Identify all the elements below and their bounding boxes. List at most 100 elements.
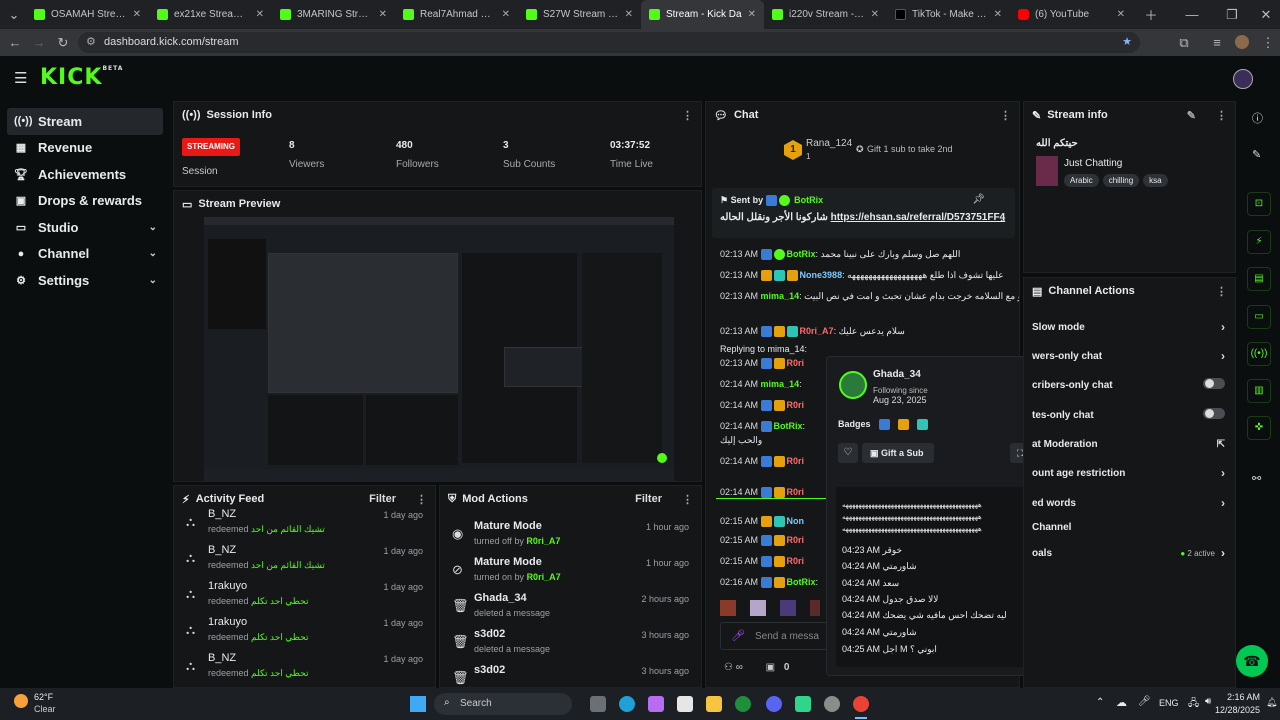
channel-row[interactable]: Channel [1032, 514, 1225, 540]
clock-time[interactable]: 2:16 AM [1210, 692, 1260, 702]
broadcast-button[interactable]: ((•)) [1247, 342, 1271, 366]
more-icon[interactable]: ⋮ [1000, 109, 1011, 122]
close-icon[interactable]: ✕ [133, 9, 141, 20]
camera-button[interactable]: ⊡ [1247, 192, 1271, 216]
bookmark-star-icon[interactable]: ★ [1122, 32, 1132, 53]
slow-mode-row[interactable]: Slow mode › [1032, 314, 1225, 340]
browser-tab-active[interactable]: Stream - Kick Da ✕ [641, 0, 764, 29]
user-name[interactable]: 1rakuyo [208, 580, 247, 592]
notifications-icon[interactable]: 🔔︎ [1266, 697, 1277, 708]
share-icon[interactable]: ⚯ [1252, 472, 1261, 485]
browser-tab[interactable]: TikTok - Make Your D ✕ [887, 0, 1010, 29]
sidebar-item-stream[interactable]: ((•)) Stream [7, 108, 163, 135]
close-icon[interactable]: ✕ [256, 9, 264, 20]
chat-username[interactable]: R0ri_A7 [800, 326, 834, 336]
back-icon[interactable]: ← [3, 35, 27, 50]
settings-app-icon[interactable] [824, 696, 840, 712]
browser-tab[interactable]: S27W Stream - Watc ✕ [518, 0, 641, 29]
edit-icon[interactable]: ✎ [1187, 109, 1196, 122]
emote-image[interactable] [810, 600, 820, 616]
pinned-user[interactable]: BotRix [794, 195, 823, 205]
chrome-icon[interactable] [853, 696, 869, 712]
emotes-only-toggle[interactable] [1203, 408, 1225, 422]
emote-image[interactable] [720, 600, 736, 616]
user-name[interactable]: B_NZ [208, 508, 236, 520]
language-indicator[interactable]: ENG [1159, 698, 1179, 708]
minimize-icon[interactable]: — [1180, 7, 1204, 22]
new-tab-icon[interactable]: ＋ [1139, 5, 1163, 24]
clock-date[interactable]: 12/28/2025 [1200, 705, 1260, 715]
close-icon[interactable]: ✕ [379, 9, 387, 20]
chat-username[interactable]: R0ri [787, 535, 805, 545]
close-icon[interactable]: ✕ [748, 9, 756, 20]
chat-username[interactable]: mima_14 [761, 379, 800, 389]
browser-tab[interactable]: ex21xe Stream - Wat ✕ [149, 0, 272, 29]
extensions-icon[interactable]: ⧉ [1172, 35, 1196, 51]
reload-icon[interactable]: ↻ [51, 35, 75, 51]
chevron-down-icon[interactable]: ⌄ [999, 214, 1007, 225]
action-title[interactable]: s3d02 [474, 664, 505, 676]
chat-username[interactable]: None3988 [800, 270, 843, 280]
tools-button[interactable]: ✜ [1247, 416, 1271, 440]
filter-button[interactable]: Filter [369, 493, 396, 505]
action-title[interactable]: Ghada_34 [474, 592, 527, 604]
user-name[interactable]: B_NZ [208, 544, 236, 556]
store-icon[interactable] [677, 696, 693, 712]
close-icon[interactable]: ✕ [502, 9, 510, 20]
stream-preview-video[interactable] [204, 217, 674, 481]
server-button[interactable]: ▥ [1247, 379, 1271, 403]
profile-avatar[interactable] [1235, 35, 1249, 49]
close-icon[interactable]: ✕ [625, 9, 633, 20]
chat-username[interactable]: BotRix [787, 249, 816, 259]
tag-chip[interactable]: ksa [1143, 174, 1168, 187]
onedrive-icon[interactable]: ☁ [1116, 696, 1127, 709]
microphone-icon[interactable]: 🎤︎ [731, 629, 745, 642]
chat-username[interactable]: R0ri [787, 358, 805, 368]
points-icon[interactable]: ▣ [766, 662, 775, 673]
copilot-icon[interactable] [648, 696, 664, 712]
tag-chip[interactable]: Arabic [1064, 174, 1099, 187]
chat-username[interactable]: R0ri [787, 400, 805, 410]
network-icon[interactable]: 🖧︎ [1188, 696, 1199, 713]
emote-settings-icon[interactable]: ⚇ ∞ [724, 662, 743, 673]
gifter-name[interactable]: Rana_124 [806, 138, 852, 149]
hamburger-menu-icon[interactable]: ☰ [14, 69, 27, 87]
site-info-icon[interactable]: ⚙ [86, 32, 96, 53]
pinned-link[interactable]: https://ehsan.sa/referral/D573751FF4 [831, 212, 1006, 223]
goals-row[interactable]: oals ● 2 active › [1032, 540, 1225, 566]
emote-image[interactable] [750, 600, 766, 616]
more-icon[interactable]: ⋮ [1216, 109, 1227, 122]
chat-username[interactable]: R0ri [787, 487, 805, 497]
more-icon[interactable]: ⋮ [682, 493, 693, 506]
browser-tab[interactable]: OSAMAH Stream - W ✕ [26, 0, 149, 29]
more-icon[interactable]: ⋮ [416, 493, 427, 506]
chat-username[interactable]: mima_14 [761, 291, 800, 301]
chat-username[interactable]: BotRix [787, 577, 816, 587]
account-avatar[interactable] [1233, 69, 1253, 89]
close-icon[interactable]: ✕ [1117, 9, 1125, 20]
chat-username[interactable]: BotRix [774, 421, 803, 431]
banned-words-row[interactable]: ed words › [1032, 490, 1225, 516]
clipboard-button[interactable]: ▤ [1247, 267, 1271, 291]
task-view-icon[interactable] [590, 696, 606, 712]
info-icon[interactable]: ⓘ [1252, 110, 1263, 126]
browser-menu-icon[interactable]: ⋮ [1256, 35, 1280, 51]
file-explorer-icon[interactable] [706, 696, 722, 712]
more-icon[interactable]: ⋮ [1216, 285, 1227, 298]
browser-tab[interactable]: 3MARING Stream - W ✕ [272, 0, 395, 29]
user-card-name[interactable]: Ghada_34 [873, 369, 921, 380]
sidebar-item-settings[interactable]: ⚙ Settings ⌄ [7, 267, 163, 294]
pin-icon[interactable]: 📌︎ [972, 194, 985, 205]
chat-username[interactable]: R0ri [787, 556, 805, 566]
sidebar-item-channel[interactable]: ● Channel ⌄ [7, 241, 163, 268]
xbox-icon[interactable] [735, 696, 751, 712]
app-icon[interactable] [795, 696, 811, 712]
moderator-name[interactable]: R0ri_A7 [526, 536, 560, 546]
chat-username[interactable]: R0ri [787, 456, 805, 466]
gift-sub-button[interactable]: ▣ Gift a Sub [862, 443, 934, 463]
subscribers-only-toggle[interactable] [1203, 378, 1225, 392]
lightning-button[interactable]: ⚡︎ [1247, 230, 1271, 254]
taskbar-search[interactable]: ⌕ Search [434, 693, 572, 715]
browser-tab[interactable]: (6) YouTube ✕ [1010, 0, 1133, 29]
filter-button[interactable]: Filter [635, 493, 662, 505]
